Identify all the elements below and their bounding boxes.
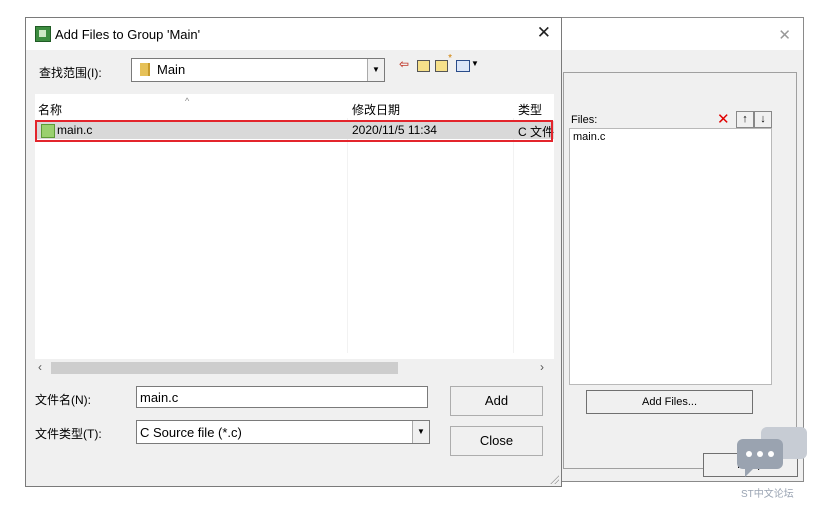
- background-title-bar: [541, 18, 803, 50]
- horizontal-scrollbar[interactable]: ‹ ›: [35, 359, 554, 377]
- view-dropdown-icon[interactable]: ▼: [471, 59, 479, 68]
- column-divider: [513, 118, 514, 353]
- chevron-down-icon[interactable]: ▼: [367, 59, 384, 81]
- remove-file-icon[interactable]: ✕: [717, 110, 730, 128]
- add-button[interactable]: Add: [450, 386, 543, 416]
- sort-caret-icon: ^: [185, 96, 190, 106]
- files-list-item[interactable]: main.c: [573, 131, 605, 143]
- file-name-label: 文件名(N):: [35, 393, 91, 407]
- look-in-combo[interactable]: Main ▼: [131, 58, 385, 82]
- back-arrow-icon[interactable]: ⇦: [399, 57, 409, 71]
- background-close-icon[interactable]: ✕: [778, 26, 791, 44]
- file-type-select[interactable]: C Source file (*.c) ▼: [136, 420, 430, 444]
- column-header-date[interactable]: 修改日期: [352, 101, 400, 118]
- files-label: Files:: [571, 114, 598, 126]
- file-type-label: 文件类型(T):: [35, 427, 102, 441]
- chevron-down-icon[interactable]: ▼: [412, 421, 429, 443]
- files-list[interactable]: main.c: [569, 128, 772, 385]
- view-menu-icon[interactable]: [456, 60, 470, 72]
- scroll-left-icon[interactable]: ‹: [38, 360, 42, 374]
- add-files-button[interactable]: Add Files...: [586, 390, 753, 414]
- move-up-icon[interactable]: ↑: [736, 111, 754, 128]
- scroll-right-icon[interactable]: ›: [540, 360, 544, 374]
- close-button[interactable]: Close: [450, 426, 543, 456]
- watermark-text: ST中文论坛: [741, 489, 794, 500]
- dialog-title-bar: Add Files to Group 'Main' ✕: [26, 18, 561, 50]
- new-folder-icon[interactable]: [435, 53, 452, 72]
- scroll-thumb[interactable]: [51, 362, 398, 374]
- file-type-value: C Source file (*.c): [140, 425, 242, 440]
- forum-logo-icon: [737, 427, 807, 477]
- close-icon[interactable]: ✕: [537, 23, 551, 43]
- resize-grip-icon[interactable]: [549, 474, 559, 484]
- look-in-value: Main: [157, 62, 186, 77]
- up-folder-icon[interactable]: [417, 60, 430, 72]
- dialog-title: Add Files to Group 'Main': [55, 27, 201, 42]
- app-icon: [35, 26, 51, 42]
- folder-icon: [140, 63, 150, 76]
- column-header-name[interactable]: 名称: [38, 101, 62, 118]
- column-divider: [347, 118, 348, 353]
- column-header-type[interactable]: 类型: [518, 101, 542, 118]
- move-down-icon[interactable]: ↓: [754, 111, 772, 128]
- highlight-box: [35, 120, 553, 142]
- look-in-label: 查找范围(I):: [39, 66, 102, 80]
- add-files-dialog: Add Files to Group 'Main' ✕ 查找范围(I): Mai…: [25, 17, 562, 487]
- background-window: ✕ Files: ✕ ↑ ↓ main.c Add Files... Help: [540, 17, 804, 482]
- file-list[interactable]: 名称 ^ 修改日期 类型 main.c 2020/11/5 11:34 C 文件…: [35, 94, 554, 377]
- file-name-input[interactable]: [136, 386, 428, 408]
